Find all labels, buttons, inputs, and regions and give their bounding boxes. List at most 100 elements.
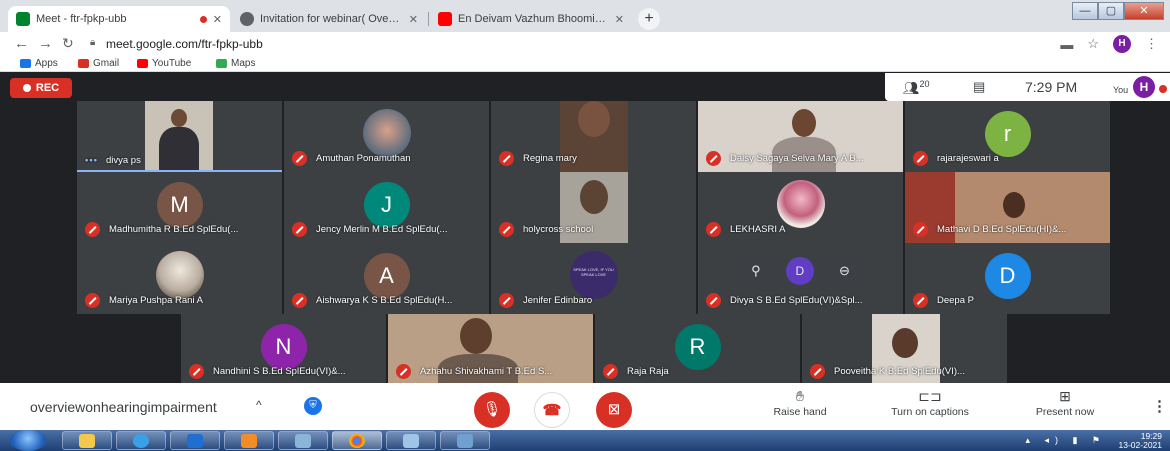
window-controls: — ▢ ✕ [1072,2,1164,20]
participant-tile[interactable]: A Aishwarya K S B.Ed SplEdu(H... [284,243,489,314]
lock-icon[interactable]: 🔒︎ [90,37,95,48]
bookmark-maps[interactable]: Maps [216,58,255,69]
participant-tile[interactable]: Daisy Sagaya Selva Mary A B... [698,101,903,172]
participant-name: Regina mary [523,153,577,164]
new-tab-button[interactable]: + [638,8,660,30]
participant-video [145,101,213,172]
participant-tile[interactable]: Regina mary [491,101,696,172]
participant-tile[interactable]: D Deepa P [905,243,1110,314]
taskbar-explorer[interactable] [62,431,112,450]
taskbar-window[interactable] [386,431,436,450]
mic-off-icon [189,364,204,379]
participant-label: Amuthan Ponamuthan [292,151,411,166]
participant-label: Jenifer Edinbaro [499,293,592,308]
participant-face [892,328,918,358]
minimize-button[interactable]: — [1072,2,1098,20]
participant-label: ••• divya ps [85,155,141,166]
leave-call-button[interactable]: ☎︎ [534,392,570,428]
close-tab-icon[interactable]: ✕ [409,13,418,26]
participant-label: Deepa P [913,293,974,308]
more-options-icon[interactable]: ⋮ [1152,397,1167,415]
taskbar-media[interactable] [170,431,220,450]
taskbar-ie[interactable] [116,431,166,450]
mic-off-icon [913,222,928,237]
participant-tile[interactable]: M Madhumitha R B.Ed SplEdu(... [77,172,282,243]
participant-tile[interactable]: Azhahu Shivakhami T B.Ed S... [388,314,593,385]
camera-blocked-icon[interactable]: ▬ [1060,37,1073,52]
participant-tile[interactable]: R Raja Raja [595,314,800,385]
back-icon[interactable]: ← [14,35,29,52]
participant-name: Deepa P [937,295,974,306]
forward-icon[interactable]: → [38,35,53,52]
participant-label: Mariya Pushpa Rani A [85,293,203,308]
tab-invitation[interactable]: Invitation for webinar( Overview ✕ [232,6,426,32]
close-window-button[interactable]: ✕ [1124,2,1164,20]
participant-tile[interactable]: ••• divya ps [77,101,282,172]
participant-name: divya ps [105,155,141,166]
tab-meet[interactable]: Meet - ftr-fpkp-ubb ✕ [8,6,230,32]
tab-youtube[interactable]: En Deivam Vazhum Bhoomi ithu ✕ [430,6,632,32]
bookmark-star-icon[interactable]: ☆ [1087,36,1099,52]
participant-tile[interactable]: r rajarajeswari a [905,101,1110,172]
participant-tile[interactable]: Mariya Pushpa Rani A [77,243,282,314]
taskbar-paint[interactable] [278,431,328,450]
taskbar-chrome[interactable] [332,431,382,450]
mic-off-icon [706,151,721,166]
participant-tile[interactable]: LEKHASRI A [698,172,903,243]
raise-hand-button[interactable]: ✋︎ Raise hand [765,388,835,418]
bookmark-youtube[interactable]: YouTube [137,58,191,69]
media-player-icon [187,433,203,448]
url-field[interactable]: meet.google.com/ftr-fpkp-ubb [106,37,263,51]
self-avatar[interactable]: H [1133,76,1155,98]
participant-name: rajarajeswari a [937,153,999,164]
speaking-dots-icon: ••• [85,155,98,166]
close-tab-icon[interactable]: ✕ [615,13,624,26]
profile-avatar[interactable]: H [1113,35,1131,53]
reload-icon[interactable]: ↻ [62,35,74,52]
internet-explorer-icon [133,433,149,448]
meet-top-bar: 👥︎20 ▤ 7:29 PM You H [885,73,1170,101]
participant-label: Raja Raja [603,364,669,379]
system-clock[interactable]: 19:29 13-02-2021 [1119,432,1162,450]
meeting-details-title[interactable]: overviewonhearingimpairment [30,399,217,415]
bookmark-apps[interactable]: Apps [20,58,58,69]
participant-photo [362,109,411,157]
remove-icon[interactable]: ⊖ [839,263,850,279]
participant-tile[interactable]: Mathavi D B.Ed SplEdu(HI)&... [905,172,1110,243]
participants-button[interactable]: 👥︎20 [903,79,930,96]
captions-label: Turn on captions [891,406,969,418]
maximize-button[interactable]: ▢ [1098,2,1124,20]
system-tray-icons[interactable]: ▴ ◂) ▮ ⚑ [1025,435,1106,446]
taskbar-vlc[interactable] [224,431,274,450]
chat-icon[interactable]: ▤ [973,79,985,95]
chevron-up-icon[interactable]: ^ [256,398,262,412]
participant-tile[interactable]: J Jency Merlin M B.Ed SplEdu(... [284,172,489,243]
screen: Meet - ftr-fpkp-ubb ✕ Invitation for web… [0,0,1170,451]
camera-off-icon: ⊠ [607,401,621,418]
start-orb-icon[interactable] [10,430,46,451]
taskbar-app[interactable] [440,431,490,450]
close-tab-icon[interactable]: ✕ [213,13,222,26]
pin-icon[interactable]: ⚲ [751,263,761,279]
participant-tile[interactable]: N Nandhini S B.Ed SplEdu(VI)&... [181,314,386,385]
participant-tile[interactable]: holycross school [491,172,696,243]
bookmark-gmail[interactable]: Gmail [78,58,119,69]
participant-tile[interactable]: ⚲ D ⊖ Divya S B.Ed SplEdu(VI)&Spl... [698,243,903,314]
bookmark-label: Apps [35,58,58,69]
present-now-button[interactable]: ⊞ Present now [1025,388,1105,418]
address-bar-actions: ▬ ☆ H ⋮ [1060,35,1158,53]
participant-tile[interactable]: Amuthan Ponamuthan [284,101,489,172]
menu-kebab-icon[interactable]: ⋮ [1145,36,1158,52]
participant-tile[interactable]: SPEAK LOVE, IF YOU SPEAK LOVE Jenifer Ed… [491,243,696,314]
participant-initial-avatar: D [785,257,814,285]
captions-button[interactable]: ⊏⊐ Turn on captions [880,388,980,418]
participant-face [578,101,610,137]
participant-name: Raja Raja [627,366,669,377]
folder-icon [79,433,95,448]
camera-toggle-button[interactable]: ⊠ [596,392,632,428]
clock-time: 7:29 PM [1025,79,1078,95]
shield-icon[interactable]: ⛨ [304,397,322,415]
microphone-toggle-button[interactable]: 🎙︎ [474,392,510,428]
participant-label: Regina mary [499,151,577,166]
participant-tile[interactable]: Pooveitha K B.Ed SplEdu(VI)... [802,314,1007,385]
